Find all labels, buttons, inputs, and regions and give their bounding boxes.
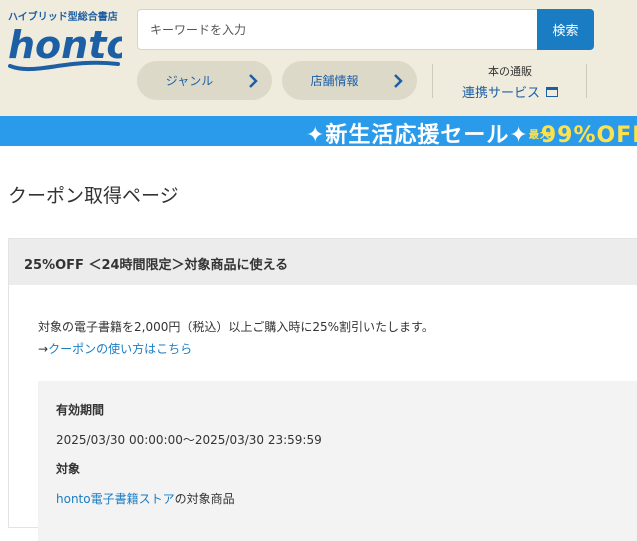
svg-text:honto: honto bbox=[8, 23, 122, 67]
search-input[interactable] bbox=[137, 9, 537, 50]
sale-banner[interactable]: ✦新生活応援セール✦最大99%OFF bbox=[0, 116, 637, 146]
site-header: ハイブリッド型総合書店 honto 検索 ジャンル 店舗情報 本の通販 連携サー… bbox=[0, 0, 637, 116]
target-label: 対象 bbox=[56, 462, 81, 476]
genre-menu-button[interactable]: ジャンル bbox=[137, 61, 272, 100]
divider bbox=[432, 64, 433, 98]
chevron-right-icon bbox=[394, 73, 403, 88]
target-store-link[interactable]: honto電子書籍ストア bbox=[56, 492, 175, 506]
divider bbox=[586, 64, 587, 98]
honto-logo[interactable]: honto bbox=[6, 18, 122, 74]
banner-percent: 99%OFF bbox=[540, 123, 637, 146]
store-info-button[interactable]: 店舗情報 bbox=[282, 61, 417, 100]
service-line2-row: 連携サービス bbox=[446, 82, 574, 101]
banner-max-label: 最大 bbox=[528, 130, 551, 141]
target-value: honto電子書籍ストアの対象商品 bbox=[56, 490, 637, 507]
linked-service-link[interactable]: 本の通販 連携サービス bbox=[446, 63, 574, 101]
search-button[interactable]: 検索 bbox=[537, 9, 594, 50]
banner-headline: ✦新生活応援セール✦ bbox=[306, 123, 529, 146]
coupon-howto-link[interactable]: →クーポンの使い方はこちら bbox=[38, 340, 192, 357]
coupon-headline: 25%OFF ＜24時間限定＞対象商品に使える bbox=[9, 239, 637, 285]
validity-label: 有効期間 bbox=[56, 403, 105, 417]
new-window-icon bbox=[546, 86, 558, 97]
coupon-description: 対象の電子書籍を2,000円（税込）以上ご購入時に25%割引いたします。 bbox=[38, 320, 434, 334]
service-line1: 本の通販 bbox=[488, 65, 532, 78]
page-title: クーポン取得ページ bbox=[8, 185, 179, 207]
chevron-right-icon bbox=[249, 73, 258, 88]
store-info-label: 店舗情報 bbox=[310, 74, 359, 88]
banner-text-row: ✦新生活応援セール✦最大99%OFF bbox=[306, 117, 637, 146]
coupon-card: 25%OFF ＜24時間限定＞対象商品に使える 対象の電子書籍を2,000円（税… bbox=[8, 238, 637, 541]
coupon-details: 有効期間 2025/03/30 00:00:00～2025/03/30 23:5… bbox=[38, 381, 637, 541]
howto-arrow: → bbox=[38, 342, 49, 356]
genre-label: ジャンル bbox=[165, 74, 214, 88]
service-line2: 連携サービス bbox=[461, 86, 540, 101]
validity-value: 2025/03/30 00:00:00～2025/03/30 23:59:59 bbox=[56, 433, 322, 447]
howto-link-text: クーポンの使い方はこちら bbox=[48, 342, 193, 356]
target-suffix: の対象商品 bbox=[174, 492, 235, 506]
